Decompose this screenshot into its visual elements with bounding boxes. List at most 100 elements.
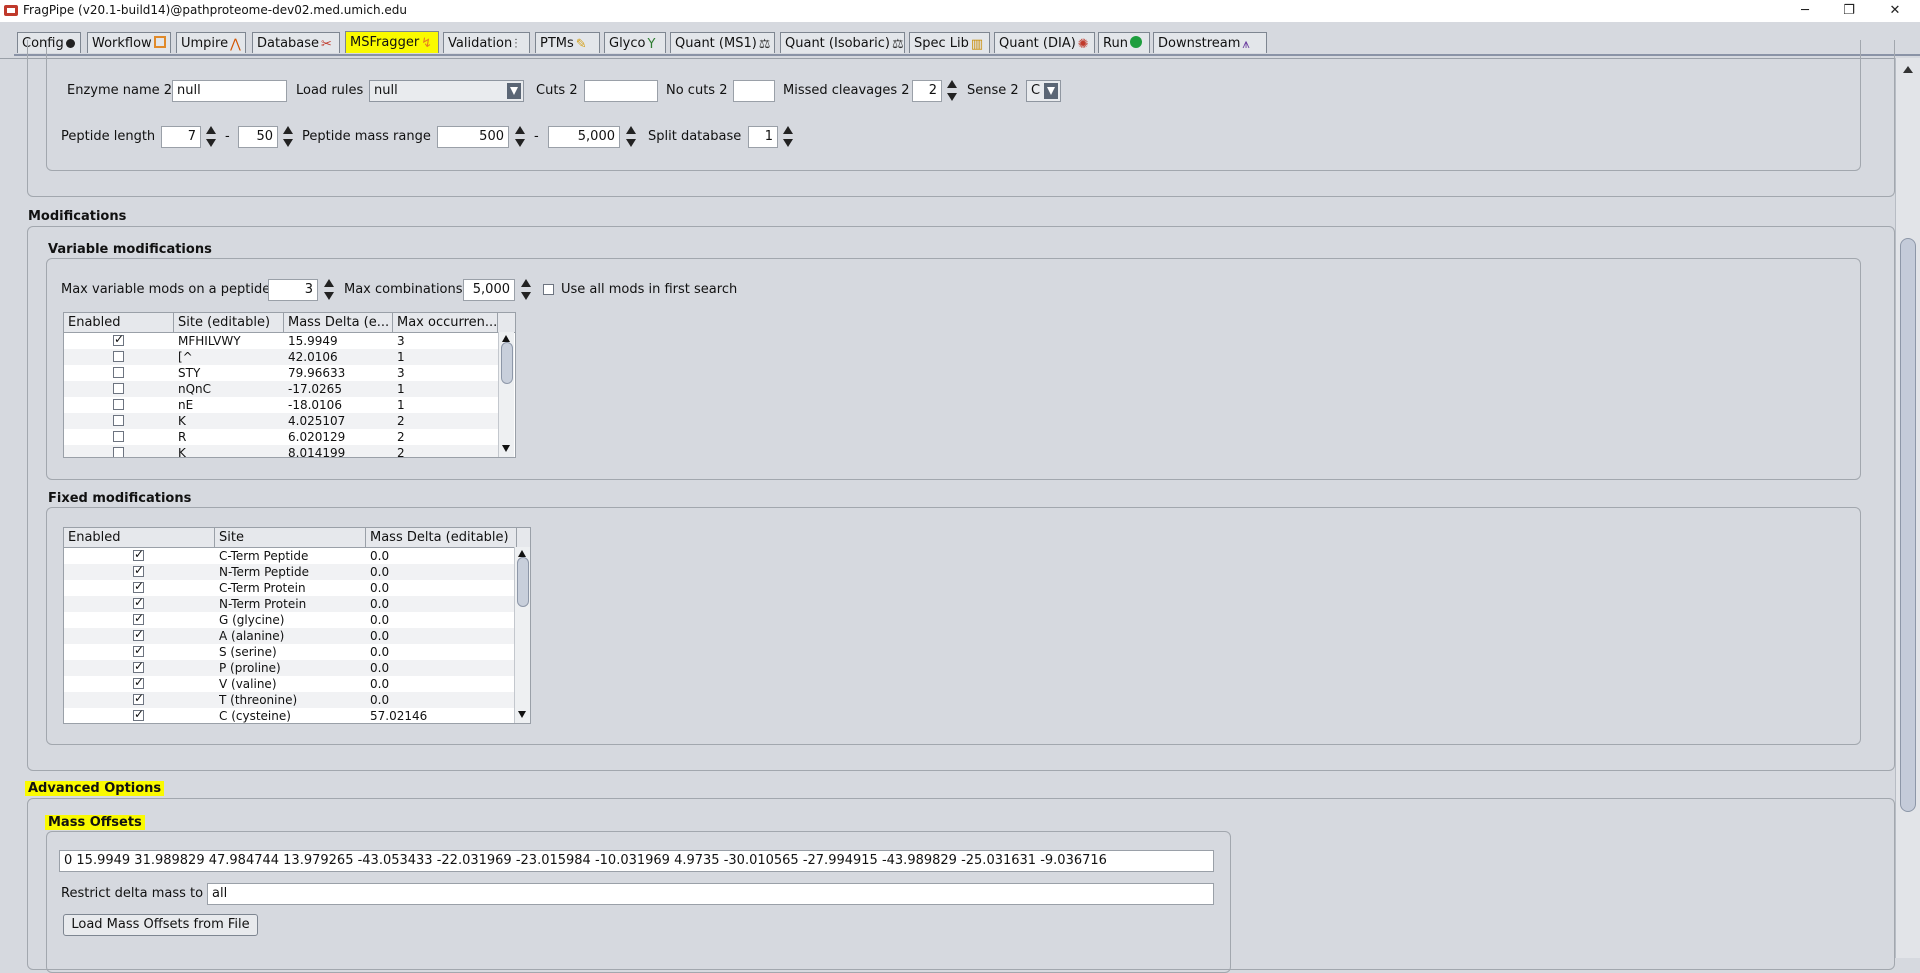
- table-row[interactable]: K 4.025107 2: [64, 413, 498, 429]
- site-cell[interactable]: nQnC: [178, 381, 278, 397]
- max-occurrences-cell[interactable]: 2: [397, 429, 492, 445]
- table-row[interactable]: S (serine) 0.0: [64, 643, 514, 660]
- site-cell[interactable]: [^: [178, 349, 278, 365]
- scroll-thumb[interactable]: [501, 342, 513, 384]
- site-cell[interactable]: N-Term Peptide: [219, 564, 359, 580]
- minimize-button[interactable]: ─: [1782, 0, 1828, 22]
- enabled-checkbox[interactable]: [133, 563, 144, 577]
- column-header-mass-delta[interactable]: Mass Delta (e...: [284, 313, 393, 332]
- site-cell[interactable]: nE: [178, 397, 278, 413]
- site-cell[interactable]: K: [178, 413, 278, 429]
- column-header-max-occurrences[interactable]: Max occurren...: [393, 313, 498, 332]
- site-cell[interactable]: A (alanine): [219, 628, 359, 644]
- mass-delta-cell[interactable]: 0.0: [370, 644, 510, 660]
- enabled-checkbox[interactable]: [133, 643, 144, 657]
- mass-delta-cell[interactable]: 42.0106: [288, 349, 388, 365]
- mass-delta-cell[interactable]: 0.0: [370, 580, 510, 596]
- site-cell[interactable]: P (proline): [219, 660, 359, 676]
- fixed-mods-scrollbar[interactable]: [514, 547, 530, 723]
- mass-delta-cell[interactable]: 15.9949: [288, 333, 388, 349]
- mass-delta-cell[interactable]: -18.0106: [288, 397, 388, 413]
- table-row[interactable]: K 8.014199 2: [64, 445, 498, 457]
- variable-mods-scrollbar[interactable]: [498, 332, 514, 457]
- table-row[interactable]: V (valine) 0.0: [64, 675, 514, 692]
- site-cell[interactable]: G (glycine): [219, 612, 359, 628]
- site-cell[interactable]: C (cysteine): [219, 708, 359, 723]
- enabled-checkbox[interactable]: [133, 579, 144, 593]
- site-cell[interactable]: STY: [178, 365, 278, 381]
- peptide-length-min-input[interactable]: 7: [161, 126, 201, 148]
- table-row[interactable]: G (glycine) 0.0: [64, 611, 514, 628]
- mass-delta-cell[interactable]: 57.02146: [370, 708, 510, 723]
- max-occurrences-cell[interactable]: 1: [397, 381, 492, 397]
- mass-delta-cell[interactable]: 0.0: [370, 596, 510, 612]
- enabled-checkbox[interactable]: [113, 447, 124, 457]
- enabled-checkbox[interactable]: [113, 415, 124, 426]
- table-row[interactable]: MFHILVWY 15.9949 3: [64, 332, 498, 349]
- restrict-delta-mass-input[interactable]: all: [207, 883, 1214, 905]
- table-row[interactable]: nE -18.0106 1: [64, 397, 498, 413]
- enabled-checkbox[interactable]: [113, 399, 124, 410]
- max-combinations-spinner[interactable]: [520, 278, 532, 302]
- table-row[interactable]: C-Term Protein 0.0: [64, 579, 514, 596]
- enabled-checkbox[interactable]: [133, 691, 144, 705]
- split-database-input[interactable]: 1: [748, 126, 778, 148]
- peptide-length-min-spinner[interactable]: [205, 125, 217, 149]
- enabled-checkbox[interactable]: [133, 707, 144, 721]
- main-scrollbar[interactable]: [1895, 58, 1920, 958]
- enabled-checkbox[interactable]: [113, 367, 124, 378]
- max-var-mods-spinner[interactable]: [323, 278, 335, 302]
- site-cell[interactable]: C-Term Peptide: [219, 548, 359, 564]
- column-header-site[interactable]: Site: [215, 528, 366, 547]
- max-occurrences-cell[interactable]: 1: [397, 349, 492, 365]
- use-all-mods-checkbox[interactable]: [543, 284, 554, 295]
- mass-delta-cell[interactable]: 4.025107: [288, 413, 388, 429]
- mass-delta-cell[interactable]: 0.0: [370, 692, 510, 708]
- table-row[interactable]: N-Term Protein 0.0: [64, 595, 514, 612]
- restore-button[interactable]: ❐: [1826, 0, 1872, 22]
- enabled-checkbox[interactable]: [133, 659, 144, 673]
- main-scroll-thumb[interactable]: [1900, 238, 1916, 812]
- enabled-checkbox[interactable]: [113, 431, 124, 442]
- mass-offsets-input[interactable]: 0 15.9949 31.989829 47.984744 13.979265 …: [59, 850, 1214, 872]
- max-combinations-input[interactable]: 5,000: [463, 279, 515, 301]
- cuts2-input[interactable]: [584, 80, 658, 102]
- table-row[interactable]: nQnC -17.0265 1: [64, 381, 498, 397]
- missed-cleavages2-input[interactable]: 2: [912, 80, 942, 102]
- table-row[interactable]: T (threonine) 0.0: [64, 691, 514, 708]
- mass-range-max-spinner[interactable]: [625, 125, 637, 149]
- peptide-length-max-spinner[interactable]: [282, 125, 294, 149]
- enabled-checkbox[interactable]: [133, 627, 144, 641]
- column-header-enabled[interactable]: Enabled: [64, 528, 215, 547]
- peptide-length-max-input[interactable]: 50: [238, 126, 278, 148]
- column-header-enabled[interactable]: Enabled: [64, 313, 174, 332]
- max-var-mods-input[interactable]: 3: [268, 279, 318, 301]
- mass-range-max-input[interactable]: 5,000: [548, 126, 620, 148]
- max-occurrences-cell[interactable]: 3: [397, 333, 492, 349]
- table-row[interactable]: N-Term Peptide 0.0: [64, 563, 514, 580]
- mass-delta-cell[interactable]: 0.0: [370, 676, 510, 692]
- table-row[interactable]: STY 79.96633 3: [64, 365, 498, 381]
- missed-cleavages2-spinner[interactable]: [946, 79, 958, 103]
- max-occurrences-cell[interactable]: 3: [397, 365, 492, 381]
- column-header-mass-delta[interactable]: Mass Delta (editable): [366, 528, 517, 547]
- mass-delta-cell[interactable]: 0.0: [370, 660, 510, 676]
- close-button[interactable]: ✕: [1872, 0, 1918, 22]
- site-cell[interactable]: N-Term Protein: [219, 596, 359, 612]
- site-cell[interactable]: V (valine): [219, 676, 359, 692]
- table-row[interactable]: C-Term Peptide 0.0: [64, 547, 514, 564]
- mass-delta-cell[interactable]: 0.0: [370, 548, 510, 564]
- table-row[interactable]: A (alanine) 0.0: [64, 627, 514, 644]
- mass-delta-cell[interactable]: 0.0: [370, 612, 510, 628]
- mass-delta-cell[interactable]: 6.020129: [288, 429, 388, 445]
- max-occurrences-cell[interactable]: 2: [397, 413, 492, 429]
- site-cell[interactable]: T (threonine): [219, 692, 359, 708]
- no-cuts2-input[interactable]: [733, 80, 775, 102]
- mass-delta-cell[interactable]: -17.0265: [288, 381, 388, 397]
- mass-delta-cell[interactable]: 8.014199: [288, 445, 388, 457]
- mass-range-min-spinner[interactable]: [514, 125, 526, 149]
- site-cell[interactable]: R: [178, 429, 278, 445]
- enabled-checkbox[interactable]: [113, 383, 124, 394]
- max-occurrences-cell[interactable]: 2: [397, 445, 492, 457]
- max-occurrences-cell[interactable]: 1: [397, 397, 492, 413]
